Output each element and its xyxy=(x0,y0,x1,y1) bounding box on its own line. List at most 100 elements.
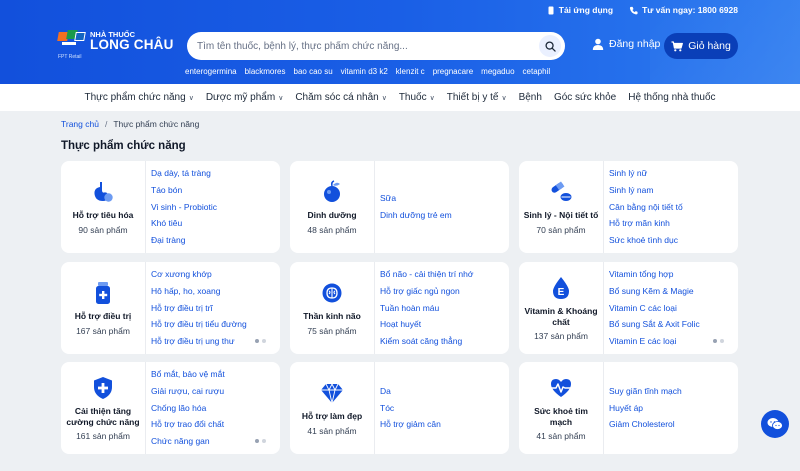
subcategory-link[interactable]: Sinh lý nam xyxy=(609,182,728,199)
carousel-dot-active[interactable] xyxy=(713,339,717,343)
subcategory-link[interactable]: Vitamin tổng hợp xyxy=(609,266,728,283)
nav-item-store-system[interactable]: Hệ thống nhà thuốc xyxy=(628,92,715,103)
subcategory-link[interactable]: Vitamin E các loại xyxy=(609,333,728,350)
fpt-logo-icon xyxy=(57,30,86,52)
subcategory-link[interactable]: Chức năng gan xyxy=(151,433,270,450)
subcategory-link[interactable]: Cơ xương khớp xyxy=(151,266,270,283)
subcategory-link[interactable]: Huyết áp xyxy=(609,400,728,417)
keyword-link[interactable]: cetaphil xyxy=(523,67,551,76)
keyword-link[interactable]: klenzit c xyxy=(396,67,425,76)
subcategory-link[interactable]: Hỗ trợ điều trị ung thư xyxy=(151,333,270,350)
category-summary[interactable]: E Vitamin & Khoáng chất 137 sản phẩm xyxy=(519,262,603,354)
subcategory-link[interactable]: Hoạt huyết xyxy=(380,316,499,333)
carousel-dot[interactable] xyxy=(262,339,266,343)
subcategory-link[interactable]: Hỗ trợ giấc ngủ ngon xyxy=(380,283,499,300)
carousel-dots[interactable] xyxy=(713,339,724,343)
category-card: Hỗ trợ điều trị 167 sản phẩm Cơ xương khớp… xyxy=(61,262,280,354)
subcategory-link[interactable]: Chống lão hóa xyxy=(151,400,270,417)
keyword-link[interactable]: vitamin d3 k2 xyxy=(341,67,388,76)
category-name: Hỗ trợ làm đẹp xyxy=(301,411,363,422)
category-card: Sức khoẻ tim mạch 41 sản phẩm Suy giãn tĩn… xyxy=(519,362,738,454)
nav-item-label: Chăm sóc cá nhân xyxy=(295,92,379,103)
category-summary[interactable]: Sức khoẻ tim mạch 41 sản phẩm xyxy=(519,362,603,454)
subcategory-link[interactable]: Táo bón xyxy=(151,182,270,199)
search-button[interactable] xyxy=(539,35,561,57)
category-summary[interactable]: Hỗ trợ điều trị 167 sản phẩm xyxy=(61,262,145,354)
subcategory-link[interactable]: Giải rượu, cai rượu xyxy=(151,383,270,400)
nav-item-medical-devices[interactable]: Thiết bị y tế ∨ xyxy=(447,92,507,103)
subcategory-link[interactable]: Sữa xyxy=(380,190,499,207)
logo[interactable]: NHÀ THUỐC LONG CHÂU xyxy=(57,30,174,52)
category-name: Sức khoẻ tim mạch xyxy=(534,405,588,427)
nav-item-cosmetics[interactable]: Dược mỹ phẩm ∨ xyxy=(206,92,284,103)
carousel-dot[interactable] xyxy=(720,339,724,343)
category-links: Sữa Dinh dưỡng trẻ em xyxy=(374,161,499,253)
keyword-link[interactable]: enterogermina xyxy=(185,67,237,76)
hotline-link[interactable]: Tư vấn ngay: 1800 6928 xyxy=(629,5,738,15)
category-summary[interactable]: Hỗ trợ làm đẹp 41 sản phẩm xyxy=(290,362,374,454)
category-summary[interactable]: Dinh dưỡng 48 sản phẩm xyxy=(290,161,374,253)
subcategory-link[interactable]: Hỗ trợ giảm cân xyxy=(380,416,499,433)
cart-button[interactable]: Giỏ hàng xyxy=(664,33,738,59)
subcategory-link[interactable]: Vi sinh - Probiotic xyxy=(151,199,270,216)
subcategory-link[interactable]: Giảm Cholesterol xyxy=(609,416,728,433)
chat-button[interactable] xyxy=(761,410,789,438)
subcategory-link[interactable]: Bổ não - cải thiện trí nhớ xyxy=(380,266,499,283)
subcategory-link[interactable]: Cân bằng nội tiết tố xyxy=(609,199,728,216)
subcategory-link[interactable]: Bổ sung Sắt & Axit Folic xyxy=(609,316,728,333)
subcategory-link[interactable]: Tóc xyxy=(380,400,499,417)
subcategory-link[interactable]: Hỗ trợ mãn kinh xyxy=(609,215,728,232)
subcategory-link[interactable]: Hỗ trợ trao đổi chất xyxy=(151,416,270,433)
subcategory-link[interactable]: Hỗ trợ điều trị tiểu đường xyxy=(151,316,270,333)
subcategory-link[interactable]: Dạ dày, tá tràng xyxy=(151,165,270,182)
subcategory-link[interactable]: Sức khoẻ tình dục xyxy=(609,232,728,249)
main-nav: Thực phẩm chức năng ∨ Dược mỹ phẩm ∨ Chă… xyxy=(0,84,800,111)
category-summary[interactable]: Hỗ trợ tiêu hóa 90 sản phẩm xyxy=(61,161,145,253)
phone-call-icon xyxy=(629,6,638,14)
keyword-link[interactable]: pregnacare xyxy=(433,67,473,76)
chevron-down-icon: ∨ xyxy=(188,94,194,102)
category-summary[interactable]: Thần kinh não 75 sản phẩm xyxy=(290,262,374,354)
nav-item-medicine[interactable]: Thuốc ∨ xyxy=(399,92,435,103)
subcategory-link[interactable]: Bổ mắt, bảo vệ mắt xyxy=(151,366,270,383)
nav-item-personal-care[interactable]: Chăm sóc cá nhân ∨ xyxy=(295,92,387,103)
category-count: 137 sản phẩm xyxy=(534,331,588,342)
login-button[interactable]: Đăng nhập xyxy=(592,38,660,50)
nav-item-health-corner[interactable]: Góc sức khỏe xyxy=(554,92,616,103)
category-summary[interactable]: Cải thiện tăng cường chức năng 161 sản ph… xyxy=(61,362,145,454)
breadcrumb-home[interactable]: Trang chủ xyxy=(61,119,99,129)
subcategory-link[interactable]: Khó tiêu xyxy=(151,215,270,232)
logo-line2: LONG CHÂU xyxy=(90,37,174,52)
carousel-dot-active[interactable] xyxy=(255,439,259,443)
category-summary[interactable]: Sinh lý - Nội tiết tố 70 sản phẩm xyxy=(519,161,603,253)
subcategory-link[interactable]: Đại tràng xyxy=(151,232,270,249)
category-name: Vitamin & Khoáng chất xyxy=(524,305,598,327)
subcategory-link[interactable]: Dinh dưỡng trẻ em xyxy=(380,207,499,224)
carousel-dots[interactable] xyxy=(255,439,266,443)
download-app-link[interactable]: Tải ứng dụng xyxy=(547,5,613,15)
category-name: Sinh lý - Nội tiết tố xyxy=(523,210,599,221)
keyword-link[interactable]: megaduo xyxy=(481,67,514,76)
subcategory-link[interactable]: Sinh lý nữ xyxy=(609,165,728,182)
search-icon xyxy=(544,40,556,52)
keyword-link[interactable]: blackmores xyxy=(245,67,286,76)
carousel-dots[interactable] xyxy=(255,339,266,343)
subcategory-link[interactable]: Tuần hoàn máu xyxy=(380,300,499,317)
subcategory-link[interactable]: Hỗ trợ điều trị trĩ xyxy=(151,300,270,317)
subcategory-link[interactable]: Vitamin C các loại xyxy=(609,300,728,317)
subcategory-link[interactable]: Kiểm soát căng thẳng xyxy=(380,333,499,350)
keyword-link[interactable]: bao cao su xyxy=(294,67,333,76)
category-name: Dinh dưỡng xyxy=(307,210,357,221)
subcategory-link[interactable]: Da xyxy=(380,383,499,400)
subcategory-link[interactable]: Hô hấp, ho, xoang xyxy=(151,283,270,300)
carousel-dot-active[interactable] xyxy=(255,339,259,343)
category-links: Bổ mắt, bảo vệ mắt Giải rượu, cai rượu Chố… xyxy=(145,362,270,454)
subcategory-link[interactable]: Bổ sung Kẽm & Magie xyxy=(609,283,728,300)
login-label: Đăng nhập xyxy=(609,38,661,50)
nav-item-label: Thuốc xyxy=(398,92,427,103)
subcategory-link[interactable]: Suy giãn tĩnh mạch xyxy=(609,383,728,400)
nav-item-diseases[interactable]: Bệnh xyxy=(519,92,542,103)
carousel-dot[interactable] xyxy=(262,439,266,443)
nav-item-supplements[interactable]: Thực phẩm chức năng ∨ xyxy=(84,92,193,103)
search-input[interactable] xyxy=(197,40,539,52)
